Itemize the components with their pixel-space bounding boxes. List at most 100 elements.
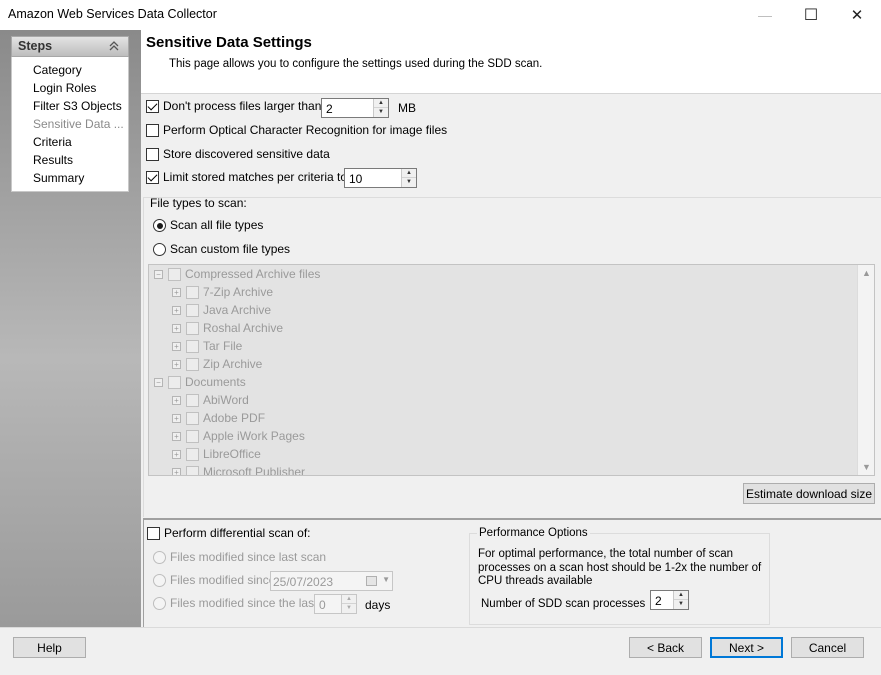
steps-title: Steps xyxy=(18,39,53,53)
spin-up-icon[interactable]: ▲ xyxy=(674,591,688,600)
scroll-up-icon[interactable]: ▲ xyxy=(858,265,875,281)
since-last-scan-label: Files modified since last scan xyxy=(170,550,327,564)
tree-item[interactable]: + Adobe PDF xyxy=(172,409,265,427)
tree-checkbox[interactable] xyxy=(186,321,199,335)
expand-icon[interactable]: + xyxy=(172,305,181,315)
ocr-checkbox[interactable] xyxy=(146,124,159,137)
tree-item[interactable]: + Java Archive xyxy=(172,301,271,319)
minimize-button[interactable]: — xyxy=(742,0,788,30)
step-filter-s3-objects[interactable]: Filter S3 Objects xyxy=(33,99,122,113)
expand-icon[interactable]: + xyxy=(172,323,181,333)
scan-all-radio[interactable] xyxy=(153,219,166,232)
since-last-days-radio[interactable] xyxy=(153,597,166,610)
since-last-days-label: Files modified since the last xyxy=(170,596,318,610)
expand-icon[interactable]: + xyxy=(172,287,181,297)
tree-checkbox[interactable] xyxy=(168,375,181,389)
tree-checkbox[interactable] xyxy=(168,267,181,281)
steps-header[interactable]: Steps xyxy=(11,36,129,57)
days-stepper[interactable]: 0 ▲ ▼ xyxy=(314,594,357,614)
collapse-icon[interactable]: − xyxy=(154,269,163,279)
tree-item[interactable]: + Apple iWork Pages xyxy=(172,427,305,445)
expand-icon[interactable]: + xyxy=(172,449,181,459)
tree-checkbox[interactable] xyxy=(186,447,199,461)
step-category[interactable]: Category xyxy=(33,63,82,77)
since-date-picker[interactable]: 25/07/2023 ▼ xyxy=(270,571,393,591)
scan-processes-label: Number of SDD scan processes xyxy=(481,598,646,610)
since-date-value: 25/07/2023 xyxy=(273,575,334,589)
close-button[interactable]: ✕ xyxy=(834,0,880,30)
spin-down-icon[interactable]: ▼ xyxy=(402,178,416,187)
expand-icon[interactable]: + xyxy=(172,431,181,441)
differential-scan-checkbox[interactable] xyxy=(147,527,160,540)
chevron-down-icon[interactable]: ▼ xyxy=(382,575,390,584)
expand-icon[interactable]: + xyxy=(172,413,181,423)
spin-down-icon[interactable]: ▼ xyxy=(374,108,388,117)
store-data-checkbox[interactable] xyxy=(146,148,159,161)
step-sensitive-data[interactable]: Sensitive Data ... xyxy=(33,117,124,131)
tree-item[interactable]: − Compressed Archive files xyxy=(154,265,320,283)
file-types-tree[interactable]: − Compressed Archive files +7-Zip Archive… xyxy=(148,264,875,476)
tree-scrollbar[interactable]: ▲ ▼ xyxy=(857,265,874,475)
tree-item[interactable]: +7-Zip Archive xyxy=(172,283,273,301)
scan-processes-stepper[interactable]: 2 ▲ ▼ xyxy=(650,590,689,610)
step-summary[interactable]: Summary xyxy=(33,171,84,185)
tree-checkbox[interactable] xyxy=(186,429,199,443)
tree-checkbox[interactable] xyxy=(186,465,199,475)
tree-item[interactable]: + Tar File xyxy=(172,337,242,355)
tree-item-label: Compressed Archive files xyxy=(185,267,321,281)
tree-item[interactable]: + Zip Archive xyxy=(172,355,262,373)
since-date-label: Files modified since xyxy=(170,573,276,587)
expand-icon[interactable]: + xyxy=(172,467,181,475)
performance-options-title: Performance Options xyxy=(477,527,590,539)
store-data-label: Store discovered sensitive data xyxy=(163,147,330,161)
since-date-radio[interactable] xyxy=(153,574,166,587)
tree-checkbox[interactable] xyxy=(186,285,199,299)
collapse-icon[interactable]: − xyxy=(154,377,163,387)
tree-checkbox[interactable] xyxy=(186,339,199,353)
tree-checkbox[interactable] xyxy=(186,411,199,425)
tree-item[interactable]: + LibreOffice xyxy=(172,445,261,463)
performance-description: For optimal performance, the total numbe… xyxy=(478,548,762,587)
since-last-scan-radio[interactable] xyxy=(153,551,166,564)
tree-item-label: 7-Zip Archive xyxy=(203,285,274,299)
spin-up-icon[interactable]: ▲ xyxy=(342,595,356,604)
back-button[interactable]: < Back xyxy=(629,637,702,658)
maximize-button[interactable]: ☐ xyxy=(788,0,834,30)
limit-matches-label: Limit stored matches per criteria to xyxy=(163,170,348,184)
tree-item-label: Roshal Archive xyxy=(203,321,284,335)
steps-list: Category Login Roles Filter S3 Objects S… xyxy=(11,57,129,192)
tree-checkbox[interactable] xyxy=(186,303,199,317)
estimate-download-size-button[interactable]: Estimate download size xyxy=(743,483,875,504)
limit-matches-checkbox[interactable] xyxy=(146,171,159,184)
chevron-up-icon[interactable] xyxy=(108,37,120,58)
next-button[interactable]: Next > xyxy=(710,637,783,658)
step-login-roles[interactable]: Login Roles xyxy=(33,81,96,95)
expand-icon[interactable]: + xyxy=(172,395,181,405)
tree-checkbox[interactable] xyxy=(186,357,199,371)
cancel-button[interactable]: Cancel xyxy=(791,637,864,658)
spin-down-icon[interactable]: ▼ xyxy=(342,604,356,613)
help-button[interactable]: Help xyxy=(13,637,86,658)
spin-up-icon[interactable]: ▲ xyxy=(402,169,416,178)
max-file-size-unit: MB xyxy=(398,101,416,115)
calendar-icon[interactable] xyxy=(366,576,377,586)
scroll-down-icon[interactable]: ▼ xyxy=(858,459,875,475)
max-file-size-checkbox[interactable] xyxy=(146,100,159,113)
scan-custom-radio[interactable] xyxy=(153,243,166,256)
tree-item[interactable]: + Roshal Archive xyxy=(172,319,283,337)
scan-all-label: Scan all file types xyxy=(170,218,264,232)
expand-icon[interactable]: + xyxy=(172,359,181,369)
limit-matches-stepper[interactable]: 10 ▲ ▼ xyxy=(344,168,417,188)
tree-item[interactable]: + Microsoft Publisher xyxy=(172,463,305,475)
spin-down-icon[interactable]: ▼ xyxy=(674,600,688,609)
expand-icon[interactable]: + xyxy=(172,341,181,351)
tree-item[interactable]: + AbiWord xyxy=(172,391,249,409)
max-file-size-stepper[interactable]: 2 ▲ ▼ xyxy=(321,98,389,118)
spin-up-icon[interactable]: ▲ xyxy=(374,99,388,108)
step-criteria[interactable]: Criteria xyxy=(33,135,72,149)
days-value: 0 xyxy=(319,598,326,612)
differential-scan-label: Perform differential scan of: xyxy=(164,526,311,540)
tree-checkbox[interactable] xyxy=(186,393,199,407)
tree-item[interactable]: − Documents xyxy=(154,373,246,391)
step-results[interactable]: Results xyxy=(33,153,73,167)
